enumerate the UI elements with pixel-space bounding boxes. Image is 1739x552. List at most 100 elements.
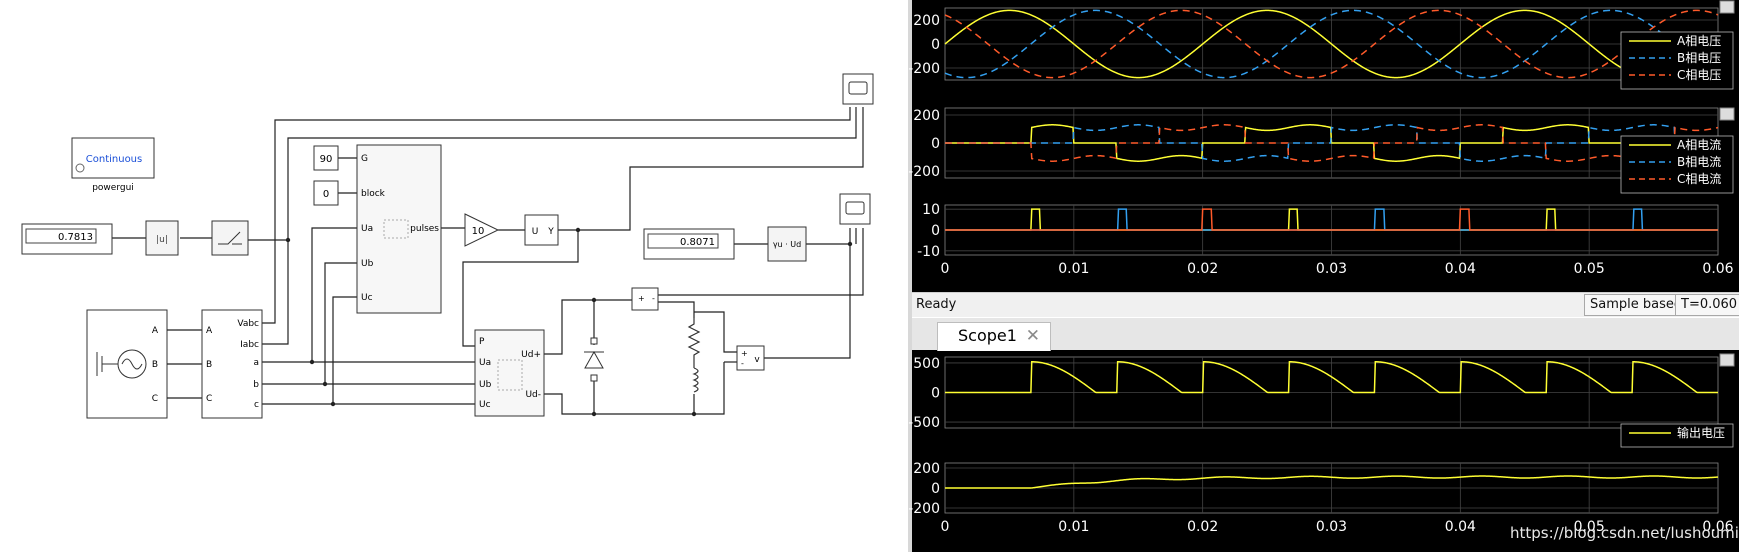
- scope-status-bar: Ready Sample based T=0.060: [912, 292, 1739, 317]
- x-tick-label: 0.02: [1187, 261, 1218, 277]
- legend-entry: A相电压: [1677, 34, 1721, 48]
- display-block-2[interactable]: 0.8071: [643, 228, 735, 260]
- measure-port-b-in: B: [206, 360, 212, 370]
- pulse-generator-block[interactable]: G block Ua Ub Uc pulses: [356, 144, 442, 314]
- x-tick-label: 0: [941, 261, 950, 277]
- bridge-input-ub: Ub: [479, 380, 492, 390]
- legend: 输出电压: [1620, 423, 1734, 448]
- constant-block-2[interactable]: 0: [313, 180, 339, 206]
- measure-port-iabc: Iabc: [240, 340, 259, 350]
- wire-uy-to-scope: [558, 107, 864, 231]
- x-tick-label: 0.05: [1574, 261, 1605, 277]
- legend-entry: C相电压: [1677, 68, 1721, 82]
- x-tick-label: 0: [941, 519, 950, 535]
- legend: A相电流 B相电流 C相电流: [1620, 135, 1734, 194]
- wire-bridge-pos: [544, 299, 632, 355]
- legend-entry: B相电压: [1677, 51, 1721, 65]
- expand-icon[interactable]: [1719, 107, 1735, 121]
- inductor-icon: [692, 367, 699, 393]
- measure-port-a-in: A: [206, 326, 213, 336]
- thyristor-bridge-block[interactable]: P Ua Ub Uc Ud+ Ud-: [474, 329, 545, 417]
- wire-uy-to-bridge: [462, 230, 579, 347]
- x-tick-label: 0.03: [1316, 261, 1347, 277]
- abs-icon: |u|: [156, 235, 168, 245]
- display-value-1: 0.7813: [58, 232, 93, 243]
- x-tick-label: 0.04: [1445, 261, 1476, 277]
- resistor-icon: [687, 318, 701, 368]
- scope-block-1-icon: [848, 81, 868, 95]
- x-tick-label: 0.02: [1187, 519, 1218, 535]
- display-block-1[interactable]: 0.7813: [21, 223, 113, 255]
- constant-block-1[interactable]: 90: [313, 145, 339, 171]
- close-icon[interactable]: ✕: [1026, 323, 1040, 349]
- expand-icon[interactable]: [1719, 0, 1735, 14]
- status-ready: Ready: [916, 297, 957, 312]
- gain-block[interactable]: 10: [464, 213, 500, 247]
- x-tick-label: 0.04: [1445, 519, 1476, 535]
- measure-port-a-out: a: [253, 358, 259, 368]
- pulse-input-block: block: [361, 189, 386, 199]
- tab-scope1[interactable]: Scope1 ✕: [937, 322, 1051, 351]
- wire-b-to-pulse: [324, 262, 357, 384]
- source-port-a: A: [152, 326, 159, 336]
- y-tick-label: 0: [931, 37, 940, 53]
- y-tick-label: 200: [913, 108, 940, 124]
- wire-ammeter-to-load: [658, 301, 695, 318]
- constant-value-2: 0: [323, 189, 329, 200]
- voltmeter-v: v: [754, 355, 760, 365]
- status-sample-based: Sample based: [1584, 294, 1689, 316]
- source-port-c: C: [152, 394, 158, 404]
- subplot-phase-voltage: 200 0 -200 A相电压 B相电压 C相电压: [908, 7, 1734, 90]
- scope-block-1[interactable]: [842, 73, 874, 105]
- uy-block[interactable]: U Y: [524, 214, 559, 246]
- y-tick-label: -200: [908, 501, 940, 517]
- y-tick-label: 0: [931, 136, 940, 152]
- vi-measurement-block[interactable]: A B C Vabc Iabc a b c: [201, 309, 263, 419]
- measure-port-b-out: b: [253, 380, 259, 390]
- x-tick-label: 0.01: [1058, 261, 1089, 277]
- rl-load-block[interactable]: [687, 318, 701, 393]
- pulse-output: pulses: [410, 224, 439, 234]
- ratio-block[interactable]: γu · Ud: [767, 226, 807, 262]
- pulse-input-ub: Ub: [361, 259, 374, 269]
- y-tick-label: -500: [908, 415, 940, 431]
- abs-block[interactable]: |u|: [145, 220, 179, 256]
- measure-port-c-in: C: [206, 394, 212, 404]
- bridge-input-ua: Ua: [479, 358, 491, 368]
- measure-port-c-out: c: [254, 400, 259, 410]
- watermark-text: https://blog.csdn.net/lushoumin: [1510, 524, 1739, 542]
- powergui-caption: powergui: [92, 183, 134, 193]
- y-tick-label: 0: [931, 481, 940, 497]
- scope-block-2[interactable]: [839, 193, 871, 225]
- legend-entry: B相电流: [1677, 155, 1721, 169]
- ac-source-block[interactable]: A B C: [86, 309, 168, 419]
- x-tick-label: 0.03: [1316, 519, 1347, 535]
- wire-c-to-pulse: [332, 296, 357, 404]
- y-tick-label: 10: [922, 202, 940, 218]
- y-tick-label: 500: [913, 356, 940, 372]
- pulse-input-uc: Uc: [361, 293, 373, 303]
- display-value-2: 0.8071: [680, 237, 715, 248]
- voltmeter-block[interactable]: + - v: [736, 345, 765, 371]
- y-tick-label: 0: [931, 386, 940, 402]
- x-tick-label: 0.06: [1702, 261, 1733, 277]
- y-tick-label: -200: [908, 61, 940, 77]
- ammeter-block[interactable]: + -: [631, 287, 659, 311]
- diode-block[interactable]: [584, 337, 604, 382]
- ammeter-plus: +: [638, 294, 645, 303]
- bridge-input-p: P: [479, 337, 485, 347]
- y-tick-label: 0: [931, 223, 940, 239]
- expand-icon[interactable]: [1719, 353, 1735, 367]
- y-tick-label: 200: [913, 13, 940, 29]
- scope-window-divider: [908, 0, 912, 552]
- tab-scope1-label: Scope1: [958, 326, 1017, 345]
- legend: A相电压 B相电压 C相电压: [1620, 31, 1734, 90]
- scope-block-2-icon: [845, 201, 865, 215]
- source-port-b: B: [152, 360, 158, 370]
- bridge-output-pos: Ud+: [521, 350, 541, 360]
- uy-block-y: Y: [547, 227, 554, 237]
- switch-block[interactable]: [211, 220, 249, 256]
- pulse-input-ua: Ua: [361, 224, 373, 234]
- y-tick-label: 200: [913, 461, 940, 477]
- powergui-block[interactable]: Continuous powergui: [71, 137, 155, 193]
